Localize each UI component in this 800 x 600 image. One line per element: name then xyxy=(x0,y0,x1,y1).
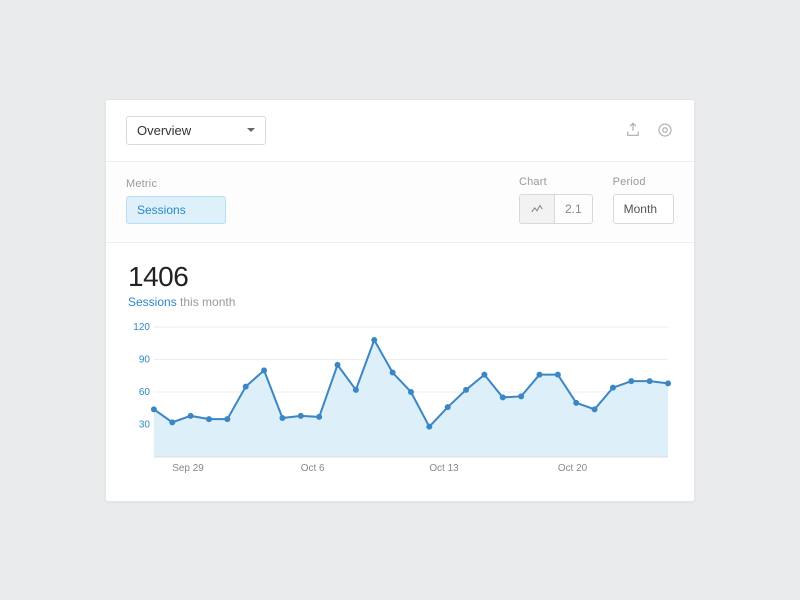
period-selector[interactable]: Month xyxy=(613,194,674,224)
svg-text:90: 90 xyxy=(139,354,151,365)
svg-text:30: 30 xyxy=(139,419,151,430)
period-selector-value: Month xyxy=(624,202,657,216)
metric-selector[interactable]: Sessions xyxy=(126,196,226,224)
header-actions xyxy=(624,121,674,139)
line-chart-icon xyxy=(530,202,544,216)
chevron-down-icon xyxy=(247,128,255,132)
svg-text:Oct 20: Oct 20 xyxy=(558,462,588,473)
view-selector[interactable]: Overview xyxy=(126,116,266,145)
metric-selector-value: Sessions xyxy=(137,203,186,217)
circle-icon xyxy=(656,121,674,139)
metric-filter: Metric Sessions xyxy=(126,178,226,224)
analytics-card: Overview Metric Sessions Chart xyxy=(105,99,695,502)
summary-suffix: this month xyxy=(177,295,236,309)
chart-type-value[interactable]: 2.1 xyxy=(555,195,592,223)
view-selector-label: Overview xyxy=(137,123,191,138)
svg-text:Oct 13: Oct 13 xyxy=(429,462,459,473)
svg-text:60: 60 xyxy=(139,386,151,397)
right-filters: Chart 2.1 Period Month xyxy=(519,176,674,224)
metric-label: Metric xyxy=(126,178,226,190)
svg-text:Sep 29: Sep 29 xyxy=(172,462,204,473)
chart-container: 30 60 90 120 Sep 29 Oct 6 Oct 13 Oct 20 xyxy=(106,313,694,501)
chart-type-line[interactable] xyxy=(520,195,555,223)
chart-filter: Chart 2.1 xyxy=(519,176,593,224)
svg-text:Oct 6: Oct 6 xyxy=(301,462,325,473)
chart-label: Chart xyxy=(519,176,593,188)
svg-text:120: 120 xyxy=(133,321,150,332)
filter-bar: Metric Sessions Chart 2.1 Period Month xyxy=(106,162,694,243)
period-label: Period xyxy=(613,176,674,188)
summary-value: 1406 xyxy=(128,261,672,293)
period-filter: Period Month xyxy=(613,176,674,224)
record-button[interactable] xyxy=(656,121,674,139)
summary-subtitle: Sessions this month xyxy=(128,295,672,309)
chart-type-selector[interactable]: 2.1 xyxy=(519,194,593,224)
sessions-chart: 30 60 90 120 Sep 29 Oct 6 Oct 13 Oct 20 xyxy=(128,313,672,483)
export-icon xyxy=(624,121,642,139)
summary-metric: Sessions xyxy=(128,295,177,309)
card-header: Overview xyxy=(106,100,694,162)
summary: 1406 Sessions this month xyxy=(106,243,694,313)
export-button[interactable] xyxy=(624,121,642,139)
